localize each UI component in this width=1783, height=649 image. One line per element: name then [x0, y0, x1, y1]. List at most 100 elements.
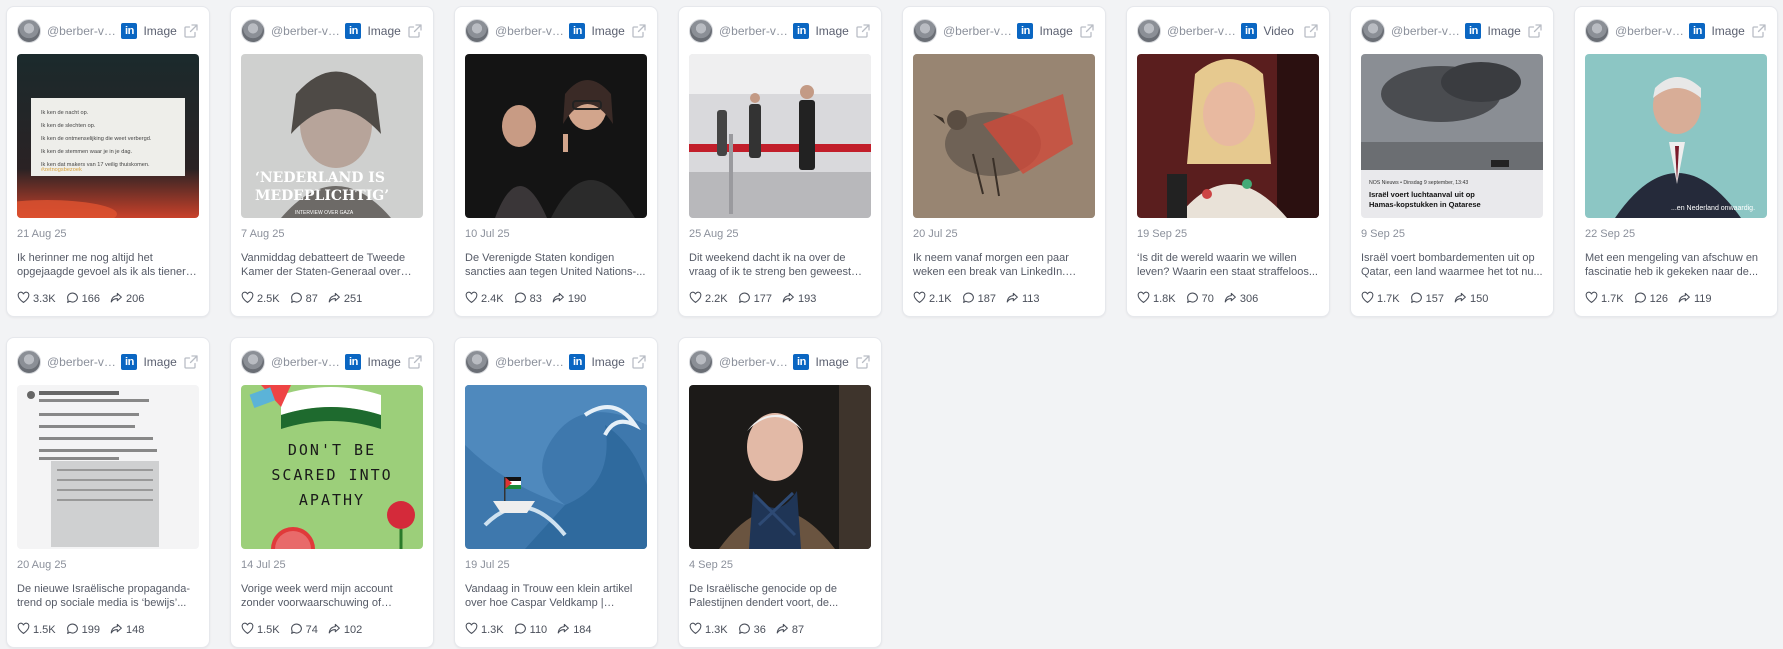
comments-count: 177	[753, 293, 772, 305]
post-card[interactable]: @berber-va... in Image ...en Nederland o…	[1574, 6, 1778, 317]
author-handle[interactable]: @berber-va...	[495, 24, 567, 38]
avatar[interactable]	[1137, 19, 1161, 43]
heart-icon	[689, 622, 705, 638]
post-date: 7 Aug 25	[241, 228, 285, 240]
external-link-icon[interactable]	[1751, 23, 1767, 39]
author-handle[interactable]: @berber-va...	[495, 355, 567, 369]
thumb-text: Ik ken de slechten op.	[41, 123, 96, 129]
shares-stat: 206	[110, 291, 144, 307]
post-date: 20 Jul 25	[913, 228, 958, 240]
post-date: 21 Aug 25	[17, 228, 67, 240]
post-thumbnail[interactable]	[689, 385, 871, 549]
post-date: 4 Sep 25	[689, 559, 734, 571]
comments-stat: 83	[514, 291, 542, 307]
shares-stat: 87	[776, 622, 804, 638]
comment-icon	[66, 291, 82, 307]
post-card[interactable]: @berber-va... in Image NOS Nieuws • Dins…	[1350, 6, 1554, 317]
media-type-label: Image	[1487, 24, 1521, 38]
author-handle[interactable]: @berber-va...	[719, 355, 791, 369]
comment-icon	[738, 291, 754, 307]
external-link-icon[interactable]	[1303, 23, 1319, 39]
media-type-label: Image	[143, 355, 177, 369]
avatar[interactable]	[17, 19, 41, 43]
author-handle[interactable]: @berber-va...	[271, 355, 343, 369]
external-link-icon[interactable]	[855, 23, 871, 39]
post-card[interactable]: @berber-va... in Image 4 Sep 25 De Israë…	[678, 337, 882, 648]
heart-icon	[465, 291, 481, 307]
post-thumbnail[interactable]	[689, 54, 871, 218]
post-thumbnail[interactable]	[465, 54, 647, 218]
engagement-stats: 1.5K 74 102	[241, 622, 423, 638]
post-card[interactable]: @berber-va... in Image 10 Jul 25 De Vere…	[454, 6, 658, 317]
media-type-label: Image	[367, 24, 401, 38]
post-thumbnail[interactable]	[1137, 54, 1319, 218]
engagement-stats: 3.3K 166 206	[17, 291, 199, 307]
comments-stat: 166	[66, 291, 100, 307]
post-card[interactable]: @berber-va... in Image Ik ken de nacht o…	[6, 6, 210, 317]
author-handle[interactable]: @berber-va...	[943, 24, 1015, 38]
media-type-label: Video	[1263, 24, 1294, 38]
shares-stat: 190	[552, 291, 586, 307]
heart-icon	[1137, 291, 1153, 307]
author-handle[interactable]: @berber-va...	[1391, 24, 1463, 38]
shares-stat: 113	[1006, 291, 1040, 307]
post-card[interactable]: @berber-va... in Image 25 Aug 25 Dit wee…	[678, 6, 882, 317]
avatar[interactable]	[689, 19, 713, 43]
media-type-label: Image	[815, 24, 849, 38]
external-link-icon[interactable]	[1079, 23, 1095, 39]
external-link-icon[interactable]	[631, 23, 647, 39]
avatar[interactable]	[241, 19, 265, 43]
author-handle[interactable]: @berber-va...	[47, 355, 119, 369]
author-handle[interactable]: @berber-va...	[47, 24, 119, 38]
engagement-stats: 1.8K 70 306	[1137, 291, 1319, 307]
post-card[interactable]: @berber-va... in Image 20 Aug 25 De nieu…	[6, 337, 210, 648]
avatar[interactable]	[913, 19, 937, 43]
external-link-icon[interactable]	[407, 23, 423, 39]
avatar[interactable]	[17, 350, 41, 374]
external-link-icon[interactable]	[183, 354, 199, 370]
avatar[interactable]	[1361, 19, 1385, 43]
post-header: @berber-va... in Image	[465, 349, 647, 375]
external-link-icon[interactable]	[407, 354, 423, 370]
author-handle[interactable]: @berber-va...	[719, 24, 791, 38]
post-card[interactable]: @berber-va... in Image 19 Jul 25 Vandaag…	[454, 337, 658, 648]
heart-icon	[689, 291, 705, 307]
share-icon	[557, 622, 573, 638]
avatar[interactable]	[689, 350, 713, 374]
media-type-label: Image	[1711, 24, 1745, 38]
avatar[interactable]	[1585, 19, 1609, 43]
post-date: 19 Jul 25	[465, 559, 510, 571]
avatar[interactable]	[465, 19, 489, 43]
post-caption: Vanmiddag debatteert de Tweede Kamer der…	[241, 252, 406, 278]
thumb-text: DON'T BE	[288, 441, 376, 459]
external-link-icon[interactable]	[1527, 23, 1543, 39]
likes-stat: 1.5K	[17, 622, 56, 638]
post-card[interactable]: @berber-va... in Image 20 Jul 25 Ik neem…	[902, 6, 1106, 317]
post-card[interactable]: @berber-va... in Image DON'T BE SCARED IN…	[230, 337, 434, 648]
post-thumbnail[interactable]	[913, 54, 1095, 218]
post-thumbnail[interactable]: ...en Nederland onwaardig.	[1585, 54, 1767, 218]
share-icon	[1006, 291, 1022, 307]
author-handle[interactable]: @berber-va...	[1615, 24, 1687, 38]
engagement-stats: 2.2K 177 193	[689, 291, 871, 307]
external-link-icon[interactable]	[183, 23, 199, 39]
likes-count: 2.2K	[705, 293, 728, 305]
external-link-icon[interactable]	[855, 354, 871, 370]
post-thumbnail[interactable]	[17, 385, 199, 549]
linkedin-icon: in	[1689, 23, 1706, 39]
author-handle[interactable]: @berber-va...	[1167, 24, 1239, 38]
post-card[interactable]: @berber-va... in Video 19 Sep 25 ‘Is dit…	[1126, 6, 1330, 317]
post-thumbnail[interactable]: DON'T BE SCARED INTO APATHY	[241, 385, 423, 549]
post-header: @berber-va... in Video	[1137, 18, 1319, 44]
author-handle[interactable]: @berber-va...	[271, 24, 343, 38]
post-thumbnail[interactable]	[465, 385, 647, 549]
avatar[interactable]	[241, 350, 265, 374]
avatar[interactable]	[465, 350, 489, 374]
external-link-icon[interactable]	[631, 354, 647, 370]
post-thumbnail[interactable]: NOS Nieuws • Dinsdag 9 september, 13:43 …	[1361, 54, 1543, 218]
post-thumbnail[interactable]: Ik ken de nacht op. Ik ken de slechten op…	[17, 54, 199, 218]
comment-icon	[290, 622, 306, 638]
post-thumbnail[interactable]: ‘NEDERLAND IS MEDEPLICHTIG’ INTERVIEW OV…	[241, 54, 423, 218]
post-card[interactable]: @berber-va... in Image ‘NEDERLAND IS MED…	[230, 6, 434, 317]
comments-count: 157	[1425, 293, 1444, 305]
